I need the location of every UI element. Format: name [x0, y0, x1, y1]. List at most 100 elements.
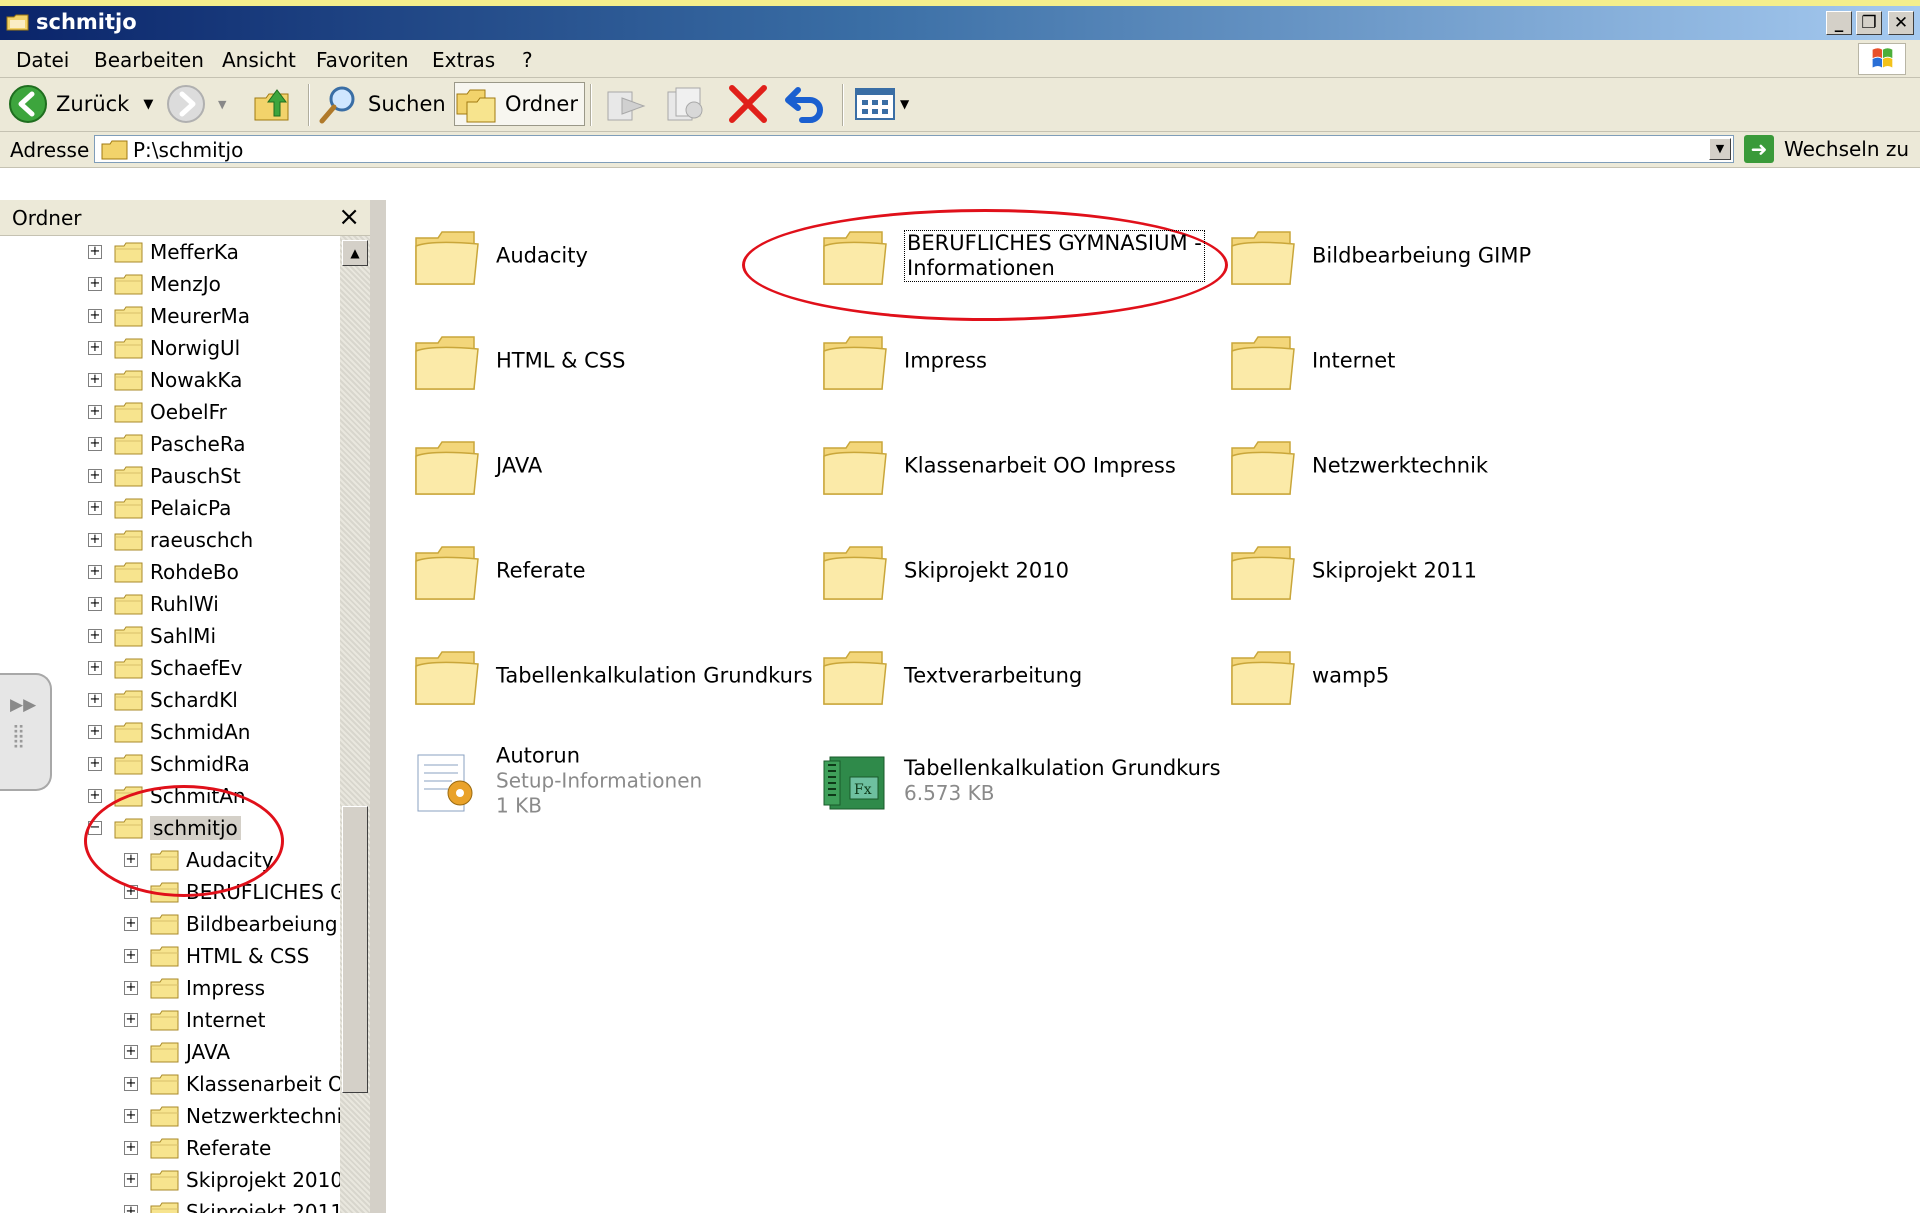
collapse-icon[interactable]: − — [88, 821, 102, 835]
expand-icon[interactable]: + — [88, 629, 102, 643]
address-input[interactable]: P:\schmitjo ▼ — [94, 135, 1734, 163]
folder-item[interactable]: Skiprojekt 2010 — [794, 527, 1194, 619]
menu-extras[interactable]: Extras — [432, 48, 495, 72]
expand-icon[interactable]: + — [124, 1013, 138, 1027]
expand-icon[interactable]: + — [88, 725, 102, 739]
folder-item[interactable]: Impress — [794, 317, 1194, 409]
expand-icon[interactable]: + — [88, 245, 102, 259]
tree-item[interactable]: + SchmitAn — [88, 780, 246, 812]
folder-item[interactable]: Tabellenkalkulation Grundkurs — [386, 632, 813, 724]
expand-icon[interactable]: + — [124, 885, 138, 899]
tree-item[interactable]: + Netzwerktechnik — [124, 1100, 354, 1132]
expand-icon[interactable]: + — [88, 341, 102, 355]
folder-item[interactable]: Skiprojekt 2011 — [1202, 527, 1602, 619]
expand-icon[interactable]: + — [88, 597, 102, 611]
setup-file-item[interactable]: Autorun Setup-Informationen 1 KB — [386, 737, 786, 829]
tree-item[interactable]: + Bildbearbeiung G — [124, 908, 359, 940]
expand-icon[interactable]: + — [124, 1045, 138, 1059]
expand-icon[interactable]: + — [124, 1109, 138, 1123]
forward-button[interactable]: ▼ — [166, 82, 226, 126]
tree-item[interactable]: + PascheRa — [88, 428, 246, 460]
folder-item[interactable]: BERUFLICHES GYMNASIUM - Informationen — [794, 212, 1205, 304]
views-button[interactable]: ▼ — [854, 82, 909, 126]
folder-item[interactable]: Audacity — [386, 212, 786, 304]
expand-icon[interactable]: + — [88, 405, 102, 419]
expand-icon[interactable]: + — [88, 277, 102, 291]
title-bar[interactable]: schmitjo _ ❐ ✕ — [0, 6, 1920, 40]
tree-item[interactable]: + HTML & CSS — [124, 940, 309, 972]
expand-icon[interactable]: + — [124, 1173, 138, 1187]
side-panel-handle[interactable]: ▶▶ ⠿ ⠿ — [0, 673, 52, 791]
folders-button[interactable]: Ordner — [454, 82, 585, 126]
search-button[interactable]: Suchen — [318, 82, 446, 126]
tree-item[interactable]: + JAVA — [124, 1036, 230, 1068]
folder-item[interactable]: JAVA — [386, 422, 786, 514]
close-button[interactable]: ✕ — [1888, 11, 1914, 35]
delete-button[interactable] — [726, 82, 770, 126]
expand-icon[interactable]: + — [88, 501, 102, 515]
folder-item[interactable]: Internet — [1202, 317, 1602, 409]
tree-item[interactable]: + SchmidRa — [88, 748, 250, 780]
minimize-button[interactable]: _ — [1826, 11, 1852, 35]
menu-ansicht[interactable]: Ansicht — [222, 48, 296, 72]
expand-icon[interactable]: + — [88, 533, 102, 547]
scroll-up-icon[interactable]: ▲ — [342, 240, 368, 266]
folder-item[interactable]: Referate — [386, 527, 786, 619]
tree-item[interactable]: − schmitjo — [88, 812, 241, 844]
expand-icon[interactable]: + — [88, 757, 102, 771]
folder-item[interactable]: wamp5 — [1202, 632, 1602, 724]
folder-item[interactable]: Textverarbeitung — [794, 632, 1194, 724]
tree-item[interactable]: + RohdeBo — [88, 556, 239, 588]
expand-icon[interactable]: + — [124, 917, 138, 931]
move-to-button[interactable] — [604, 82, 648, 126]
expand-icon[interactable]: + — [88, 437, 102, 451]
expand-icon[interactable]: + — [88, 309, 102, 323]
tree-item[interactable]: + raeuschch — [88, 524, 253, 556]
views-dropdown-icon[interactable]: ▼ — [900, 97, 909, 111]
menu-bearbeiten[interactable]: Bearbeiten — [94, 48, 204, 72]
expand-icon[interactable]: + — [124, 1077, 138, 1091]
tree-item[interactable]: + Internet — [124, 1004, 265, 1036]
up-folder-button[interactable] — [252, 82, 292, 126]
tree-item[interactable]: + SchmidAn — [88, 716, 250, 748]
menu-favoriten[interactable]: Favoriten — [316, 48, 409, 72]
expand-icon[interactable]: + — [88, 373, 102, 387]
tree-item[interactable]: + PauschSt — [88, 460, 241, 492]
address-dropdown-icon[interactable]: ▼ — [1709, 138, 1731, 160]
menu-datei[interactable]: Datei — [16, 48, 69, 72]
tree-item[interactable]: + Skiprojekt 2011 — [124, 1196, 343, 1213]
expand-icon[interactable]: + — [124, 981, 138, 995]
folder-item[interactable]: Netzwerktechnik — [1202, 422, 1602, 514]
copy-to-button[interactable] — [664, 82, 708, 126]
tree-item[interactable]: + BERUFLICHES GY — [124, 876, 357, 908]
tree-item[interactable]: + RuhlWi — [88, 588, 219, 620]
expand-icon[interactable]: + — [88, 469, 102, 483]
expand-icon[interactable]: + — [124, 1205, 138, 1213]
go-button[interactable]: ➜ Wechseln zu — [1744, 135, 1909, 163]
back-dropdown-icon[interactable]: ▼ — [143, 97, 153, 112]
tree-item[interactable]: + MeurerMa — [88, 300, 250, 332]
scrollbar-thumb[interactable] — [342, 806, 368, 1093]
tree-item[interactable]: + SchardKl — [88, 684, 238, 716]
forward-dropdown-icon[interactable]: ▼ — [218, 98, 226, 111]
folder-tree-scrollbar[interactable]: ▲ — [340, 236, 370, 1213]
tree-item[interactable]: + OebelFr — [88, 396, 227, 428]
expand-icon[interactable]: + — [124, 1141, 138, 1155]
maximize-button[interactable]: ❐ — [1856, 11, 1882, 35]
expand-icon[interactable]: + — [88, 565, 102, 579]
expand-icon[interactable]: + — [124, 853, 138, 867]
tree-item[interactable]: + NowakKa — [88, 364, 242, 396]
menu-help[interactable]: ? — [522, 48, 533, 72]
folder-item[interactable]: Bildbearbeiung GIMP — [1202, 212, 1602, 304]
tree-item[interactable]: + SchaefEv — [88, 652, 242, 684]
folder-item[interactable]: HTML & CSS — [386, 317, 786, 409]
zip-file-item[interactable]: Fx Tabellenkalkulation Grundkurs 6.573 KB — [794, 737, 1221, 829]
tree-item[interactable]: + NorwigUl — [88, 332, 240, 364]
tree-item[interactable]: + Klassenarbeit OC — [124, 1068, 358, 1100]
expand-icon[interactable]: + — [124, 949, 138, 963]
tree-item[interactable]: + PelaicPa — [88, 492, 231, 524]
back-button[interactable]: Zurück ▼ — [8, 82, 153, 126]
tree-item[interactable]: + MenzJo — [88, 268, 221, 300]
folder-panel-close-icon[interactable]: × — [338, 202, 360, 232]
expand-icon[interactable]: + — [88, 693, 102, 707]
